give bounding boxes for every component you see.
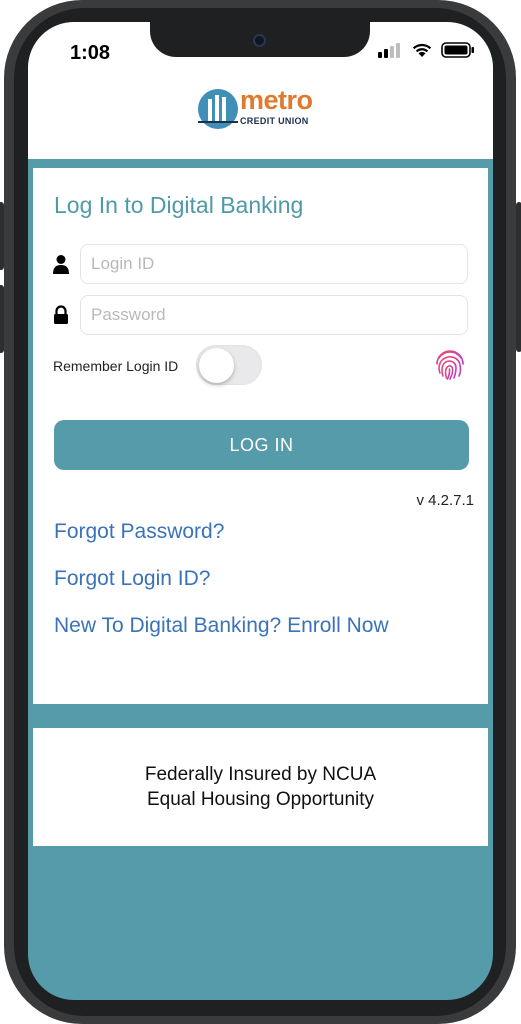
forgot-login-id-link[interactable]: Forgot Login ID?: [54, 567, 210, 591]
screen: 1:08 metro CREDIT UNION Log In to Digita…: [28, 22, 493, 1000]
login-card: Log In to Digital Banking Remember Login…: [33, 168, 488, 704]
status-time: 1:08: [70, 42, 111, 64]
enroll-now-link[interactable]: New To Digital Banking? Enroll Now: [54, 614, 389, 638]
equal-housing-notice: Equal Housing Opportunity: [146, 789, 375, 810]
ncua-notice: Federally Insured by NCUA: [144, 764, 377, 785]
remember-login-toggle[interactable]: [196, 345, 262, 385]
wifi-icon: [412, 43, 432, 57]
login-button[interactable]: LOG IN: [54, 420, 469, 470]
app-version: v 4.2.7.1: [416, 492, 474, 509]
password-row: [52, 295, 472, 335]
front-camera: [253, 34, 266, 47]
footer-card: Federally Insured by NCUA Equal Housing …: [33, 728, 488, 846]
cellular-signal-icon: [378, 43, 400, 58]
lock-icon: [54, 305, 68, 324]
toggle-knob: [199, 348, 234, 383]
login-title: Log In to Digital Banking: [54, 192, 304, 218]
logo-subtitle: CREDIT UNION: [240, 116, 309, 126]
remember-login-label: Remember Login ID: [53, 358, 179, 374]
side-button-power: [516, 202, 521, 352]
forgot-password-link[interactable]: Forgot Password?: [54, 520, 224, 544]
login-id-input[interactable]: [80, 244, 468, 284]
login-id-row: [52, 244, 472, 284]
password-input[interactable]: [80, 295, 468, 335]
app-header: metro CREDIT UNION: [28, 72, 493, 159]
logo-mark-icon: [198, 89, 238, 129]
user-icon: [53, 255, 69, 274]
side-button-mute: [0, 202, 4, 270]
logo-wordmark: metro: [240, 85, 313, 115]
battery-icon: [441, 42, 474, 58]
side-button-volume: [0, 285, 4, 353]
status-icons: [377, 42, 475, 58]
fingerprint-icon[interactable]: [433, 348, 467, 382]
metro-logo: metro CREDIT UNION: [196, 85, 328, 131]
